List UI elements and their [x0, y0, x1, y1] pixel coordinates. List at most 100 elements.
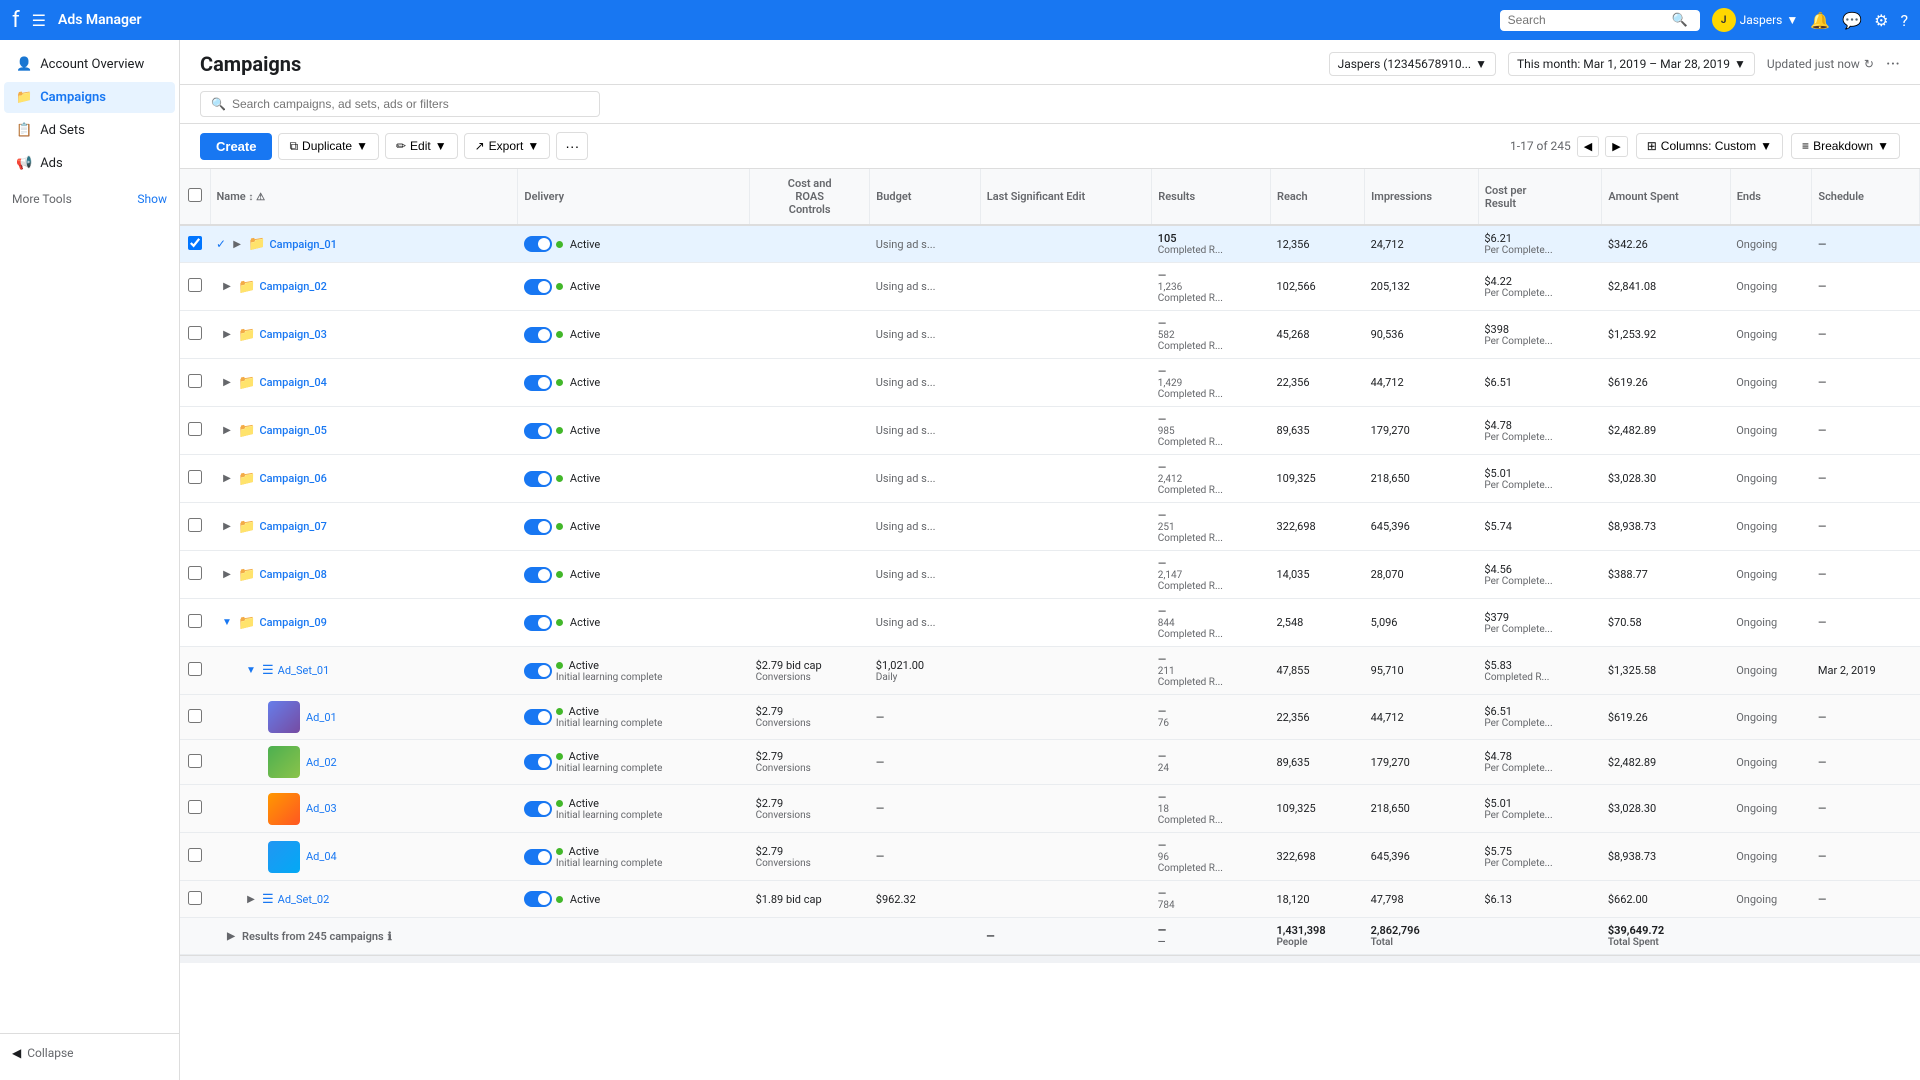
row-checkbox[interactable]: [188, 800, 202, 814]
expand-icon[interactable]: ▶: [220, 425, 234, 436]
delivery-toggle[interactable]: [524, 519, 552, 535]
row-checkbox[interactable]: [188, 848, 202, 862]
date-selector[interactable]: This month: Mar 1, 2019 – Mar 28, 2019 ▼: [1508, 52, 1755, 76]
sidebar-item-account-overview[interactable]: 👤 Account Overview: [4, 49, 175, 80]
sidebar-label-campaigns: Campaigns: [40, 90, 106, 105]
help-icon[interactable]: ?: [1900, 11, 1908, 30]
ad-name-link[interactable]: Ad_01: [306, 711, 337, 724]
ad-name-link[interactable]: Ad_02: [306, 756, 337, 769]
delivery-toggle[interactable]: [524, 236, 552, 252]
messages-icon[interactable]: 💬: [1842, 11, 1862, 30]
campaign-name-link[interactable]: Campaign_03: [259, 328, 326, 341]
expand-icon[interactable]: ▶: [224, 931, 238, 942]
collapse-button[interactable]: ◀ Collapse: [0, 1033, 179, 1072]
ad-name-link[interactable]: Ad_04: [306, 850, 337, 863]
row-checkbox[interactable]: [188, 614, 202, 628]
delivery-toggle[interactable]: [524, 615, 552, 631]
delivery-toggle[interactable]: [524, 567, 552, 583]
cost-per-result-header: Cost perResult: [1478, 169, 1602, 225]
row-checkbox[interactable]: [188, 709, 202, 723]
row-checkbox[interactable]: [188, 326, 202, 340]
export-button[interactable]: ↗ Export ▼: [464, 133, 551, 159]
menu-icon[interactable]: ☰: [32, 11, 46, 30]
sidebar-item-ads[interactable]: 📢 Ads: [4, 148, 175, 179]
campaign-name-link[interactable]: Campaign_07: [259, 520, 326, 533]
ends-value: Ongoing: [1730, 225, 1812, 263]
notifications-icon[interactable]: 🔔: [1810, 11, 1830, 30]
delivery-toggle[interactable]: [524, 891, 552, 907]
sidebar-item-ad-sets[interactable]: 📋 Ad Sets: [4, 115, 175, 146]
cost-per-result-sub: Per Complete...: [1484, 624, 1596, 635]
show-link[interactable]: Show: [137, 192, 167, 206]
delivery-toggle[interactable]: [524, 754, 552, 770]
search-campaigns-input[interactable]: [232, 97, 589, 111]
delivery-toggle[interactable]: [524, 279, 552, 295]
row-checkbox[interactable]: [188, 566, 202, 580]
delivery-toggle[interactable]: [524, 801, 552, 817]
next-page-button[interactable]: ▶: [1605, 136, 1627, 157]
row-checkbox[interactable]: [188, 422, 202, 436]
campaign-name-link[interactable]: Campaign_01: [270, 238, 337, 251]
row-checkbox[interactable]: [188, 518, 202, 532]
expand-icon[interactable]: ▶: [220, 569, 234, 580]
campaign-name-link[interactable]: Campaign_02: [259, 280, 326, 293]
expand-icon[interactable]: ▶: [230, 239, 244, 250]
edit-button[interactable]: ✏ Edit ▼: [385, 133, 458, 159]
row-checkbox[interactable]: [188, 278, 202, 292]
expand-icon[interactable]: ▶: [244, 894, 258, 905]
expand-icon[interactable]: ▶: [220, 329, 234, 340]
delivery-toggle[interactable]: [524, 375, 552, 391]
expand-icon[interactable]: ▶: [220, 473, 234, 484]
campaign-name-link[interactable]: Campaign_08: [259, 568, 326, 581]
delivery-toggle[interactable]: [524, 327, 552, 343]
create-button[interactable]: Create: [200, 133, 272, 160]
delivery-toggle[interactable]: [524, 849, 552, 865]
refresh-icon[interactable]: ↻: [1864, 57, 1874, 71]
status-dot: [556, 848, 563, 855]
row-checkbox[interactable]: [188, 374, 202, 388]
delivery-toggle[interactable]: [524, 471, 552, 487]
search-input[interactable]: [1508, 13, 1668, 27]
breakdown-button[interactable]: ≡ Breakdown ▼: [1791, 133, 1900, 159]
budget-value: Using ad s...: [876, 424, 936, 437]
campaign-name-link[interactable]: Campaign_04: [259, 376, 326, 389]
more-options-icon[interactable]: ···: [1886, 54, 1900, 75]
user-profile[interactable]: J Jaspers ▼: [1712, 8, 1799, 32]
duplicate-button[interactable]: ⧉ Duplicate ▼: [278, 133, 379, 160]
row-checkbox[interactable]: [188, 662, 202, 676]
ad-set-name-link[interactable]: Ad_Set_01: [278, 664, 330, 677]
cost-per-result-sub: Per Complete...: [1484, 288, 1596, 299]
sidebar-item-campaigns[interactable]: 📁 Campaigns: [4, 82, 175, 113]
results-dash: —: [1158, 653, 1265, 666]
campaign-name-link[interactable]: Campaign_06: [259, 472, 326, 485]
ad-name-link[interactable]: Ad_03: [306, 802, 337, 815]
delivery-toggle[interactable]: [524, 663, 552, 679]
select-all-checkbox[interactable]: [188, 188, 202, 202]
delivery-toggle[interactable]: [524, 709, 552, 725]
prev-page-button[interactable]: ◀: [1577, 136, 1599, 157]
campaign-name-link[interactable]: Campaign_09: [259, 616, 326, 629]
results-sub: 96Completed R...: [1158, 852, 1265, 874]
row-checkbox[interactable]: [188, 236, 202, 250]
row-checkbox[interactable]: [188, 754, 202, 768]
status-dot: [556, 619, 563, 626]
search-icon: 🔍: [1672, 13, 1688, 28]
campaign-name-link[interactable]: Campaign_05: [259, 424, 326, 437]
name-header[interactable]: Name ↕ ⚠: [210, 169, 518, 225]
horizontal-scrollbar[interactable]: [180, 955, 1920, 963]
expand-icon[interactable]: ▶: [220, 281, 234, 292]
ad-set-name-link[interactable]: Ad_Set_02: [278, 893, 330, 906]
delivery-toggle[interactable]: [524, 423, 552, 439]
row-checkbox[interactable]: [188, 470, 202, 484]
expand-icon[interactable]: ▼: [244, 665, 258, 676]
expand-icon[interactable]: ▶: [220, 521, 234, 532]
delivery-status: Active: [570, 568, 600, 581]
columns-button[interactable]: ⊞ Columns: Custom ▼: [1636, 133, 1783, 159]
row-checkbox[interactable]: [188, 891, 202, 905]
facebook-icon: f: [12, 8, 20, 33]
expand-icon[interactable]: ▶: [220, 377, 234, 388]
settings-icon[interactable]: ⚙: [1874, 11, 1888, 30]
expand-icon[interactable]: ▼: [220, 617, 234, 628]
more-actions-button[interactable]: ···: [556, 132, 588, 160]
account-selector[interactable]: Jaspers (12345678910... ▼: [1329, 52, 1496, 76]
